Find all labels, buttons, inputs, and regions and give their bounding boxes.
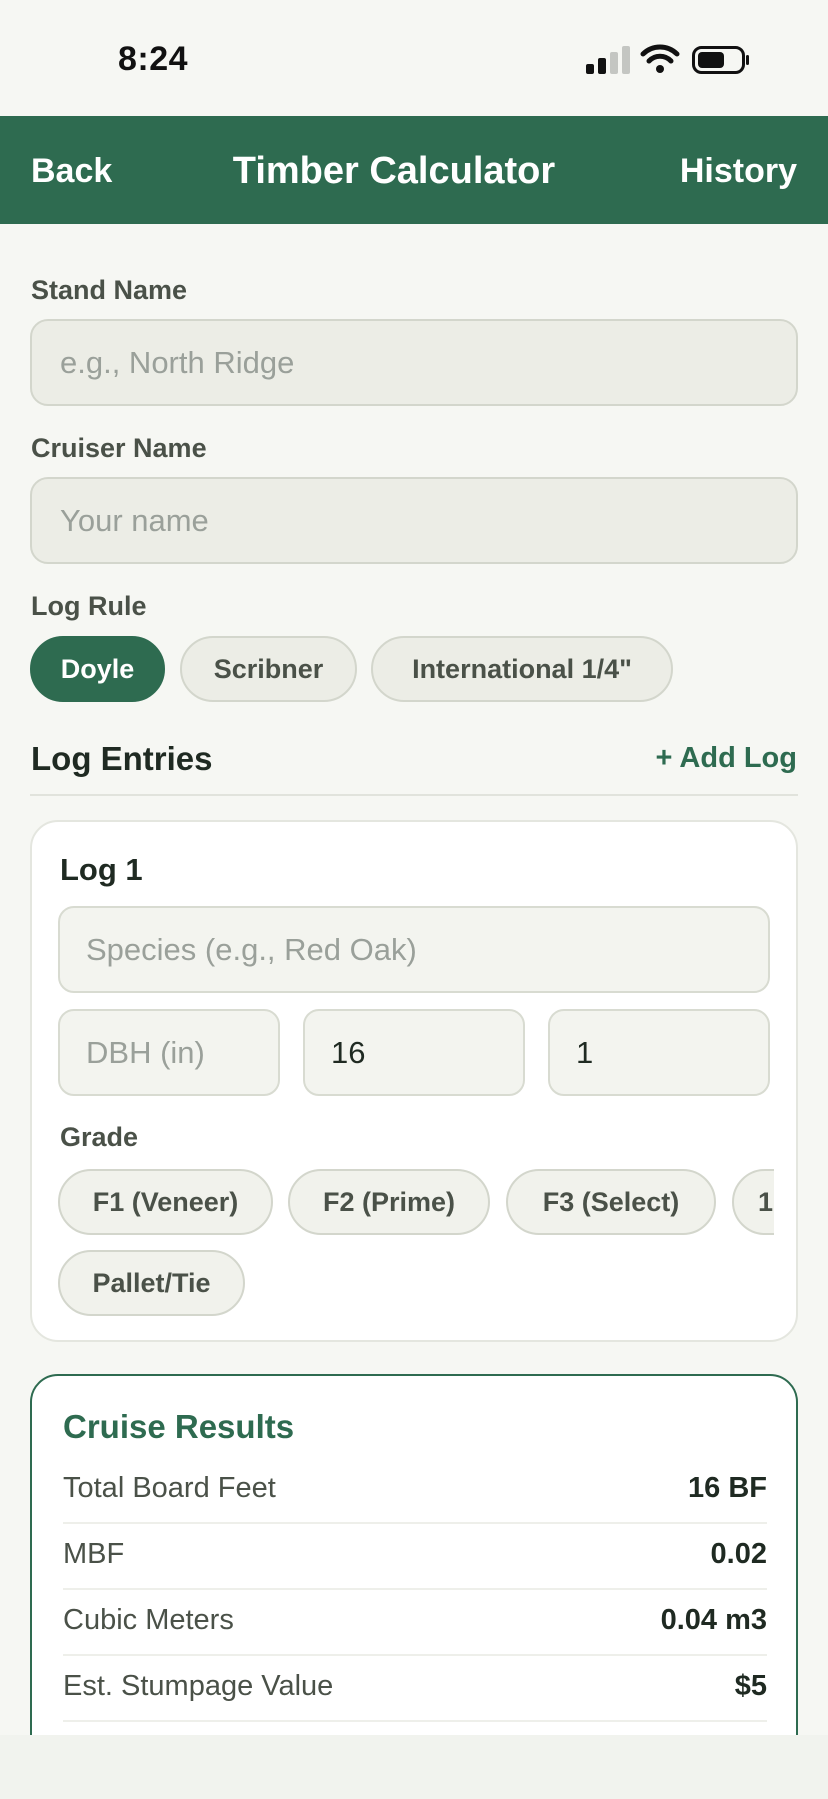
section-divider <box>30 794 798 796</box>
cellular-signal-icon <box>586 46 630 74</box>
grade-options: F1 (Veneer) F2 (Prime) F3 (Select) 1 <box>58 1167 774 1239</box>
result-label: Cubic Meters <box>63 1604 234 1636</box>
log-rule-international-button[interactable]: International 1/4" <box>371 636 673 702</box>
result-row: Total Board Feet 16 BF <box>63 1458 767 1524</box>
result-value: $5 <box>734 1670 767 1702</box>
grade-pallet-tie-button[interactable]: Pallet/Tie <box>58 1250 245 1316</box>
result-row: MBF 0.02 <box>63 1524 767 1590</box>
results-title: Cruise Results <box>63 1408 295 1445</box>
grade-f3-button[interactable]: F3 (Select) <box>506 1169 716 1235</box>
log-title: Log 1 <box>60 852 143 887</box>
page-title: Timber Calculator <box>232 150 556 192</box>
add-log-button[interactable]: + Add Log <box>656 742 798 775</box>
app-screen: 8:24 Back Timber Calculator History Stan… <box>0 0 828 1735</box>
result-value: 0.04 m3 <box>660 1604 767 1636</box>
result-value: 16 BF <box>688 1472 767 1504</box>
log-card: Log 1 Grade F1 (Veneer) F2 (Prime) F3 (S… <box>30 820 798 1342</box>
stand-name-input[interactable] <box>30 319 798 406</box>
grade-label: Grade <box>60 1122 139 1152</box>
species-input[interactable] <box>58 906 770 993</box>
result-label: Total Board Feet <box>63 1472 276 1504</box>
result-row: Cubic Meters 0.04 m3 <box>63 1590 767 1656</box>
dbh-input[interactable] <box>58 1009 280 1096</box>
stand-name-label: Stand Name <box>31 275 188 305</box>
cruise-results-card: Cruise Results Total Board Feet 16 BF MB… <box>30 1374 798 1735</box>
wifi-icon <box>640 44 680 73</box>
log-entries-title: Log Entries <box>31 740 213 777</box>
cruiser-name-input[interactable] <box>30 477 798 564</box>
log-rule-label: Log Rule <box>31 591 147 621</box>
result-row: Est. Stumpage Value $5 <box>63 1656 767 1722</box>
grade-f1-button[interactable]: F1 (Veneer) <box>58 1169 273 1235</box>
status-bar: 8:24 <box>0 0 828 116</box>
log-count-input[interactable] <box>548 1009 770 1096</box>
battery-icon <box>692 46 749 74</box>
history-button[interactable]: History <box>680 152 797 191</box>
result-label: MBF <box>63 1538 125 1570</box>
log-rule-doyle-button[interactable]: Doyle <box>30 636 165 702</box>
cruiser-name-label: Cruiser Name <box>31 433 207 463</box>
log-length-input[interactable] <box>303 1009 525 1096</box>
grade-f2-button[interactable]: F2 (Prime) <box>288 1169 490 1235</box>
result-label: Est. Stumpage Value <box>63 1670 334 1702</box>
status-time: 8:24 <box>118 40 189 78</box>
result-value: 0.02 <box>710 1538 767 1570</box>
navigation-bar: Back Timber Calculator History <box>0 116 828 224</box>
grade-1-button[interactable]: 1 <box>732 1169 774 1235</box>
log-rule-scribner-button[interactable]: Scribner <box>180 636 357 702</box>
